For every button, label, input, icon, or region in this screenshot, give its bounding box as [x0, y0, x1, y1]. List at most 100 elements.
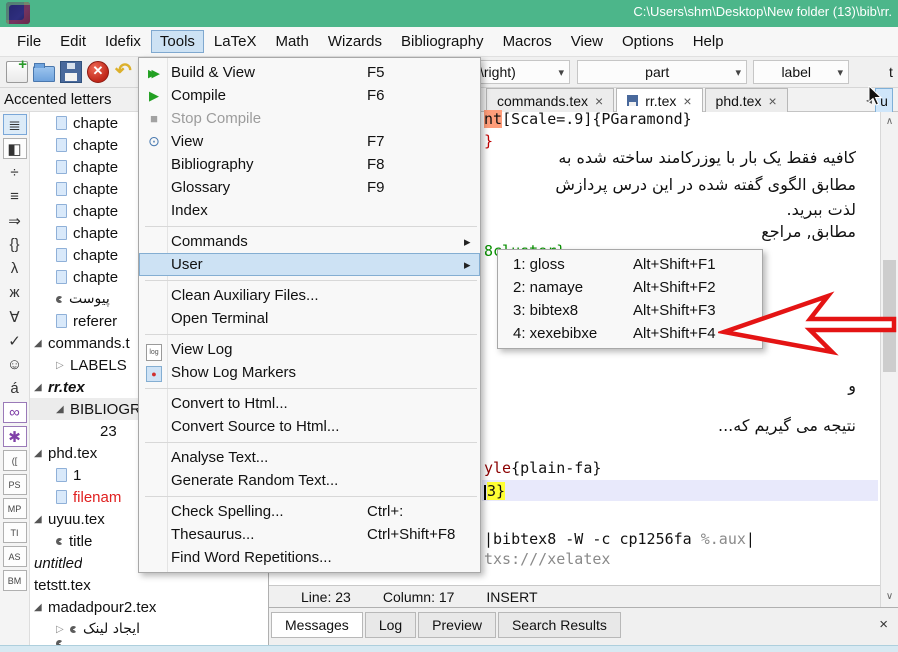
- close-file-icon[interactable]: [87, 61, 109, 83]
- cyrillic-letters-icon[interactable]: ж: [3, 282, 27, 303]
- relations-icon[interactable]: ≡: [3, 186, 27, 207]
- tab-close-icon[interactable]: ×: [595, 93, 603, 109]
- math-operators-icon[interactable]: ÷: [3, 162, 27, 183]
- bookmarks-icon[interactable]: ◧: [3, 138, 27, 159]
- toolbar-combobox[interactable]: t ▾: [884, 60, 898, 84]
- asymptote-icon[interactable]: AS: [3, 546, 27, 567]
- toolbar-combobox[interactable]: part ▾: [577, 60, 747, 84]
- open-file-icon[interactable]: [33, 66, 55, 82]
- ams-symbols-icon[interactable]: ∞: [3, 402, 27, 423]
- arrows-icon[interactable]: ⇒: [3, 210, 27, 231]
- editor-tab[interactable]: phd.tex ×: [705, 88, 788, 112]
- bottom-panel-tab[interactable]: Messages: [271, 612, 363, 638]
- menubar-item[interactable]: Edit: [51, 30, 95, 53]
- menu-item[interactable]: View F7: [139, 130, 480, 153]
- chevron-down-icon[interactable]: ▾: [554, 66, 564, 79]
- menubar-item[interactable]: Math: [266, 30, 317, 53]
- bottom-panel-tab[interactable]: Preview: [418, 612, 496, 638]
- undo-icon[interactable]: [114, 61, 136, 83]
- bottom-panel-tab[interactable]: Log: [365, 612, 416, 638]
- menu-item[interactable]: [139, 384, 480, 392]
- misc-math-icon[interactable]: ∀: [3, 306, 27, 327]
- tree-item[interactable]: tetstt.tex: [30, 574, 268, 596]
- delimiters-icon[interactable]: {}: [3, 234, 27, 255]
- expander-icon[interactable]: [56, 624, 70, 635]
- beamer-icon[interactable]: BM: [3, 570, 27, 591]
- scroll-down-icon[interactable]: ∨: [881, 589, 898, 605]
- expander-icon[interactable]: [34, 514, 48, 525]
- menu-item[interactable]: Bibliography F8: [139, 153, 480, 176]
- text-line-farsi: و: [848, 376, 856, 395]
- menu-item[interactable]: Thesaurus... Ctrl+Shift+F8: [139, 523, 480, 546]
- menubar-item[interactable]: Bibliography: [392, 30, 493, 53]
- menubar-item[interactable]: Help: [684, 30, 733, 53]
- menubar-item[interactable]: Macros: [494, 30, 561, 53]
- metapost-icon[interactable]: MP: [3, 498, 27, 519]
- editor-tab[interactable]: commands.tex ×: [486, 88, 614, 112]
- expander-icon[interactable]: [56, 404, 70, 415]
- chevron-down-icon[interactable]: ▾: [731, 66, 741, 79]
- tab-close-icon[interactable]: ×: [683, 93, 691, 109]
- menu-item[interactable]: [139, 222, 480, 230]
- chevron-down-icon[interactable]: ▾: [833, 66, 843, 79]
- menu-item[interactable]: Check Spelling... Ctrl+:: [139, 500, 480, 523]
- toolbar-combobox[interactable]: \right) ▾: [474, 60, 570, 84]
- new-file-icon[interactable]: [6, 61, 28, 83]
- menu-item[interactable]: User: [139, 253, 480, 276]
- pstricks-icon[interactable]: PS: [3, 474, 27, 495]
- menu-item[interactable]: Convert Source to Html...: [139, 415, 480, 438]
- menubar-item[interactable]: Tools: [151, 30, 204, 53]
- menu-item[interactable]: Find Word Repetitions...: [139, 546, 480, 569]
- menu-item[interactable]: Stop Compile: [139, 107, 480, 130]
- accented-letters-icon[interactable]: á: [3, 378, 27, 399]
- expander-icon[interactable]: [34, 602, 48, 613]
- expander-icon[interactable]: [56, 360, 70, 371]
- bottom-panel-tab[interactable]: Search Results: [498, 612, 621, 638]
- misc-text-icon[interactable]: ✓: [3, 330, 27, 351]
- menu-item[interactable]: Show Log Markers: [139, 361, 480, 384]
- menubar-item[interactable]: LaTeX: [205, 30, 266, 53]
- editor-tab[interactable]: rr.tex ×: [616, 88, 702, 112]
- menu-item[interactable]: Index: [139, 199, 480, 222]
- menubar-item[interactable]: Idefix: [96, 30, 150, 53]
- special-symbols-icon[interactable]: ✱: [3, 426, 27, 447]
- menu-item[interactable]: [139, 438, 480, 446]
- menubar-item-label: Bibliography: [401, 33, 484, 50]
- menu-item[interactable]: Build & View F5: [139, 61, 480, 84]
- menu-item[interactable]: Open Terminal: [139, 307, 480, 330]
- tree-item[interactable]: ایجاد لینک: [30, 618, 268, 640]
- brackets-icon[interactable]: ([: [3, 450, 27, 471]
- menubar-item[interactable]: Options: [613, 30, 683, 53]
- menu-item[interactable]: Compile F6: [139, 84, 480, 107]
- expander-icon[interactable]: [34, 382, 48, 393]
- menubar-item[interactable]: File: [8, 30, 50, 53]
- menu-item[interactable]: Generate Random Text...: [139, 469, 480, 492]
- scroll-up-icon[interactable]: ∧: [881, 114, 898, 130]
- title-bar[interactable]: C:\Users\shm\Desktop\New folder (13)\bib…: [0, 0, 898, 27]
- greek-letters-icon[interactable]: λ: [3, 258, 27, 279]
- tree-item[interactable]: madadpour2.tex: [30, 596, 268, 618]
- submenu-item-label: 4: xexebibxe: [513, 325, 633, 342]
- expander-icon[interactable]: [34, 448, 48, 459]
- panel-close-icon[interactable]: ×: [879, 616, 888, 633]
- menu-item[interactable]: [139, 492, 480, 500]
- menu-item[interactable]: [139, 330, 480, 338]
- menu-item[interactable]: Commands: [139, 230, 480, 253]
- save-file-icon[interactable]: [60, 61, 82, 83]
- editor-status-bar: Line: 23 Column: 17 INSERT: [269, 585, 880, 607]
- menu-item[interactable]: View Log: [139, 338, 480, 361]
- structure-icon[interactable]: ≣: [3, 114, 27, 135]
- menubar-item[interactable]: View: [562, 30, 612, 53]
- menu-item[interactable]: Convert to Html...: [139, 392, 480, 415]
- wasysym-icon[interactable]: ☺: [3, 354, 27, 375]
- tikz-icon[interactable]: TI: [3, 522, 27, 543]
- tree-item-label: chapte: [73, 115, 118, 132]
- tab-close-icon[interactable]: ×: [768, 93, 776, 109]
- menu-item[interactable]: Clean Auxiliary Files...: [139, 284, 480, 307]
- toolbar-combobox[interactable]: label ▾: [753, 60, 849, 84]
- expander-icon[interactable]: [34, 338, 48, 349]
- menu-item[interactable]: Analyse Text...: [139, 446, 480, 469]
- menu-item[interactable]: Glossary F9: [139, 176, 480, 199]
- menu-item[interactable]: [139, 276, 480, 284]
- menubar-item[interactable]: Wizards: [319, 30, 391, 53]
